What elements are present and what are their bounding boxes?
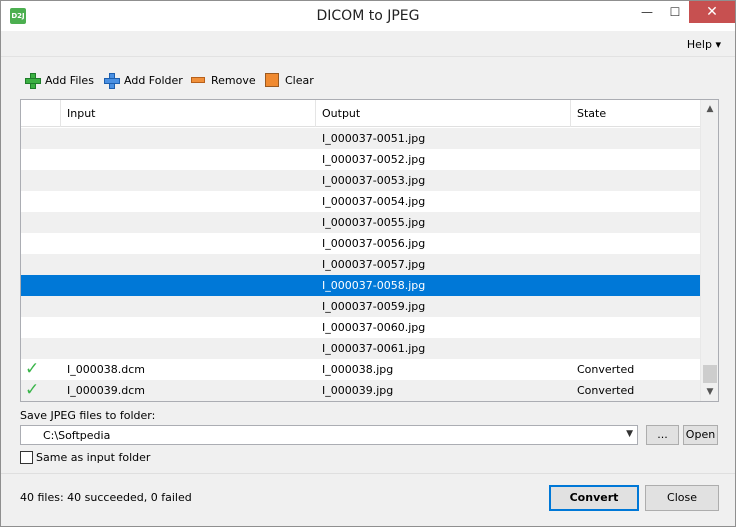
grid-rows: I_000037-0051.jpg I_000037-0052.jpg I_0000… xyxy=(21,128,700,401)
close-button[interactable]: Close xyxy=(645,485,719,511)
add-folder-label: Add Folder xyxy=(124,73,183,87)
checkmark-icon xyxy=(25,254,65,275)
chevron-down-icon[interactable]: ▼ xyxy=(626,429,633,439)
checkbox-box[interactable] xyxy=(20,451,33,464)
table-row[interactable]: I_000037-0061.jpg xyxy=(21,338,700,359)
scroll-up-icon[interactable]: ▲ xyxy=(701,100,718,118)
maximize-button[interactable]: ☐ xyxy=(661,1,689,23)
output-folder-combo[interactable]: C:\Softpedia ▼ xyxy=(20,425,638,445)
output-cell: I_000037-0058.jpg xyxy=(322,279,426,292)
browse-button[interactable]: ... xyxy=(646,425,679,445)
checkmark-icon xyxy=(25,317,65,338)
output-cell: I_000037-0052.jpg xyxy=(322,153,426,166)
save-folder-label: Save JPEG files to folder: xyxy=(20,409,156,422)
file-grid[interactable]: Input Output State I_000037-0051.jpg I_00… xyxy=(20,99,719,402)
table-row[interactable]: I_000037-0055.jpg xyxy=(21,212,700,233)
status-summary: 40 files: 40 succeeded, 0 failed xyxy=(20,491,192,504)
checkmark-icon xyxy=(25,233,65,254)
checkmark-icon xyxy=(25,170,65,191)
table-row[interactable]: I_000037-0054.jpg xyxy=(21,191,700,212)
state-cell: Converted xyxy=(577,384,635,397)
add-files-button[interactable]: Add Files xyxy=(25,71,94,89)
same-as-input-label: Same as input folder xyxy=(36,451,151,464)
table-row[interactable]: I_000037-0056.jpg xyxy=(21,233,700,254)
table-row[interactable]: I_000037-0051.jpg xyxy=(21,128,700,149)
table-row[interactable]: I_000037-0057.jpg xyxy=(21,254,700,275)
remove-icon xyxy=(191,77,205,83)
add-folder-button[interactable]: Add Folder xyxy=(104,71,183,89)
status-bar: 40 files: 40 succeeded, 0 failed Convert… xyxy=(1,473,735,526)
add-folder-icon xyxy=(104,73,120,89)
output-folder-value: C:\Softpedia xyxy=(43,429,111,442)
main-window: D2J DICOM to JPEG — ☐ ✕ Help ▾ Add Files… xyxy=(0,0,736,527)
col-header-state[interactable]: State xyxy=(571,100,700,127)
output-cell: I_000037-0054.jpg xyxy=(322,195,426,208)
table-row[interactable]: I_000037-0059.jpg xyxy=(21,296,700,317)
checkmark-icon xyxy=(25,191,65,212)
output-cell: I_000037-0055.jpg xyxy=(322,216,426,229)
title-bar: D2J DICOM to JPEG — ☐ ✕ xyxy=(1,1,735,31)
table-row[interactable]: I_000037-0053.jpg xyxy=(21,170,700,191)
output-cell: I_000037-0051.jpg xyxy=(322,132,426,145)
state-cell: Converted xyxy=(577,363,635,376)
add-files-label: Add Files xyxy=(45,73,94,87)
help-menu[interactable]: Help ▾ xyxy=(687,38,721,51)
output-cell: I_000037-0061.jpg xyxy=(322,342,426,355)
open-folder-button[interactable]: Open xyxy=(683,425,718,445)
scroll-thumb[interactable] xyxy=(703,365,717,383)
output-cell: I_000037-0060.jpg xyxy=(322,321,426,334)
col-header-icon xyxy=(21,100,61,127)
window-title: DICOM to JPEG xyxy=(316,8,420,24)
convert-button[interactable]: Convert xyxy=(549,485,639,511)
checkmark-icon xyxy=(25,212,65,233)
table-row[interactable]: I_000037-0058.jpg xyxy=(21,275,700,296)
checkmark-icon: ✓ xyxy=(25,359,40,379)
grid-scrollbar[interactable]: ▲ ▼ xyxy=(700,100,718,401)
table-row[interactable]: ✓ I_000038.dcm I_000038.jpg Converted xyxy=(21,359,700,380)
table-row[interactable]: I_000037-0052.jpg xyxy=(21,149,700,170)
output-cell: I_000037-0057.jpg xyxy=(322,258,426,271)
checkmark-icon xyxy=(25,149,65,170)
grid-header: Input Output State xyxy=(21,100,700,127)
checkmark-icon xyxy=(25,275,65,296)
remove-label: Remove xyxy=(211,73,256,87)
minimize-button[interactable]: — xyxy=(633,1,661,23)
output-cell: I_000037-0059.jpg xyxy=(322,300,426,313)
checkmark-icon xyxy=(25,296,65,317)
col-header-input[interactable]: Input xyxy=(61,100,316,127)
output-cell: I_000037-0056.jpg xyxy=(322,237,426,250)
menu-bar: Help ▾ xyxy=(1,32,735,57)
output-cell: I_000038.jpg xyxy=(322,363,394,376)
output-cell: I_000037-0053.jpg xyxy=(322,174,426,187)
add-files-icon xyxy=(25,73,41,89)
clear-icon xyxy=(265,73,279,87)
scroll-down-icon[interactable]: ▼ xyxy=(701,383,718,401)
checkmark-icon: ✓ xyxy=(25,380,40,400)
input-cell: I_000039.dcm xyxy=(67,384,145,397)
clear-label: Clear xyxy=(285,73,314,87)
remove-button[interactable]: Remove xyxy=(191,71,256,89)
checkmark-icon xyxy=(25,338,65,359)
clear-button[interactable]: Clear xyxy=(265,71,314,89)
checkmark-icon xyxy=(25,128,65,149)
input-cell: I_000038.dcm xyxy=(67,363,145,376)
table-row[interactable]: I_000037-0060.jpg xyxy=(21,317,700,338)
close-window-button[interactable]: ✕ xyxy=(689,1,735,23)
output-cell: I_000039.jpg xyxy=(322,384,394,397)
table-row[interactable]: ✓ I_000039.dcm I_000039.jpg Converted xyxy=(21,380,700,401)
toolbar: Add Files Add Folder Remove Clear xyxy=(1,65,735,93)
col-header-output[interactable]: Output xyxy=(316,100,571,127)
same-as-input-checkbox[interactable]: Same as input folder xyxy=(20,451,150,464)
